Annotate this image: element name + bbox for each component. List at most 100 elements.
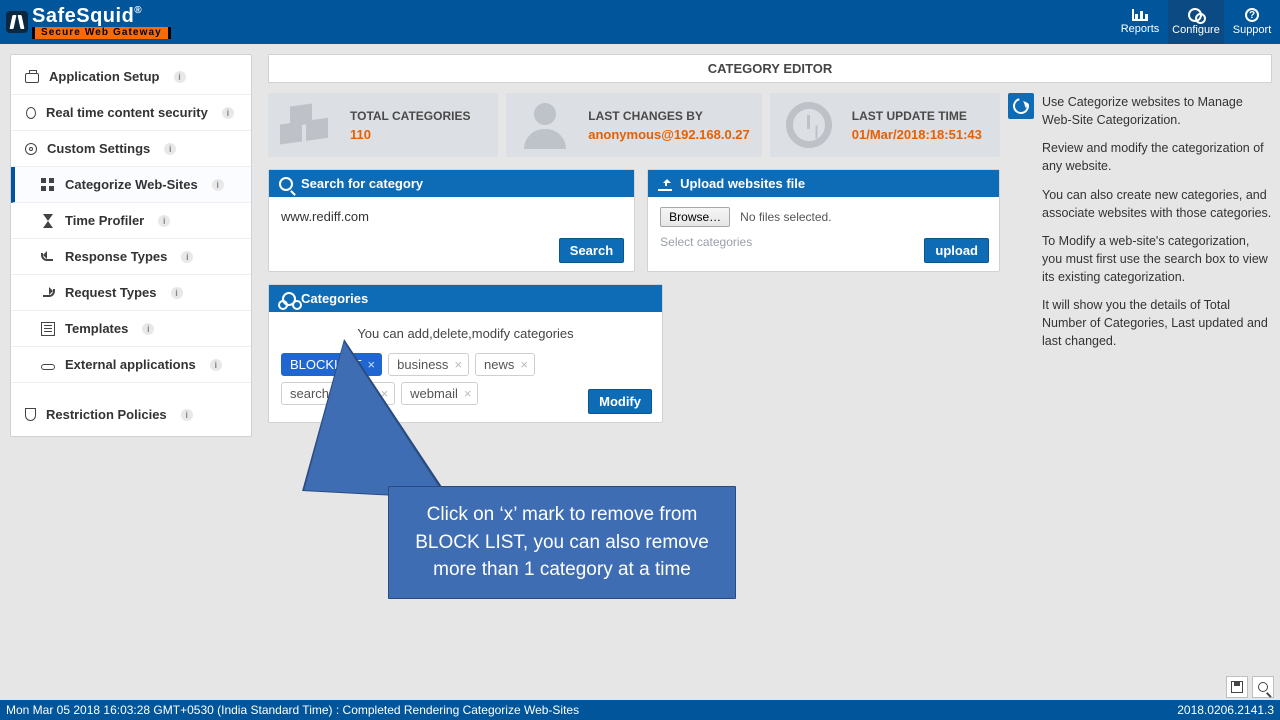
info-icon: i (171, 287, 183, 299)
info-icon: i (210, 359, 222, 371)
info-icon: i (158, 215, 170, 227)
modify-button[interactable]: Modify (588, 389, 652, 414)
stat-value: 01/Mar/2018:18:51:43 (852, 127, 982, 142)
sidebar-response-types[interactable]: Response Types i (11, 239, 251, 275)
stat-total-categories: TOTAL CATEGORIES 110 (268, 93, 498, 157)
refresh-button[interactable] (1008, 93, 1034, 119)
stat-value: 110 (350, 127, 470, 142)
stat-last-changes-by: LAST CHANGES BY anonymous@192.168.0.27 (506, 93, 762, 157)
clock-icon (786, 102, 832, 148)
status-message: Mon Mar 05 2018 16:03:28 GMT+0530 (India… (6, 703, 579, 717)
save-button[interactable] (1226, 676, 1248, 698)
info-icon: i (142, 323, 154, 335)
panel-search: Search for category www.rediff.com Searc… (268, 169, 635, 272)
help-paragraph: To Modify a web-site's categorization, y… (1042, 232, 1272, 286)
info-icon: i (222, 107, 234, 119)
briefcase-icon (25, 73, 39, 83)
sidebar-time-profiler[interactable]: Time Profiler i (11, 203, 251, 239)
stat-last-update-time: LAST UPDATE TIME 01/Mar/2018:18:51:43 (770, 93, 1000, 157)
panel-categories: Categories You can add,delete,modify cat… (268, 284, 663, 423)
search-icon (279, 177, 293, 191)
sidebar-item-label: Categorize Web-Sites (65, 177, 198, 192)
info-icon: i (181, 251, 193, 263)
info-icon: i (174, 71, 186, 83)
hourglass-icon (41, 214, 55, 228)
topbar: SafeSquid® Secure Web Gateway Reports Co… (0, 0, 1280, 44)
category-tag-label: BLOCKLIST (290, 357, 362, 372)
brand-logo-icon (6, 11, 28, 33)
sidebar-restriction-policies[interactable]: Restriction Policies i (11, 397, 251, 432)
stat-label: LAST UPDATE TIME (852, 109, 982, 123)
status-bar: Mon Mar 05 2018 16:03:28 GMT+0530 (India… (0, 700, 1280, 720)
help-icon (1245, 8, 1259, 22)
sidebar-item-label: Response Types (65, 249, 167, 264)
remove-tag-icon[interactable]: × (520, 358, 528, 371)
sidebar-item-label: Custom Settings (47, 141, 150, 156)
sidebar-custom-settings[interactable]: Custom Settings i (11, 131, 251, 167)
topnav-configure-label: Configure (1172, 24, 1220, 36)
topnav: Reports Configure Support (1112, 0, 1280, 44)
topnav-support-label: Support (1233, 24, 1272, 36)
brand-tagline: Secure Web Gateway (32, 27, 171, 39)
sidebar-request-types[interactable]: Request Types i (11, 275, 251, 311)
template-icon (41, 322, 55, 336)
link-icon (41, 364, 55, 370)
sidebar-item-label: Restriction Policies (46, 407, 167, 422)
brand-name: SafeSquid® (32, 6, 171, 26)
sidebar-realtime-security[interactable]: Real time content security i (11, 95, 251, 131)
panel-title: Categories (301, 291, 368, 306)
stat-label: TOTAL CATEGORIES (350, 109, 470, 123)
category-tag[interactable]: webmail × (401, 382, 478, 405)
category-tag-label: webmail (410, 386, 458, 401)
sidebar-item-label: External applications (65, 357, 196, 372)
refresh-icon (1010, 95, 1032, 117)
browse-button[interactable]: Browse… (660, 207, 730, 227)
sidebar-item-label: Application Setup (49, 69, 160, 84)
shield-icon (25, 408, 36, 421)
upload-button[interactable]: upload (924, 238, 989, 263)
category-tag-label: business (397, 357, 448, 372)
categories-hint: You can add,delete,modify categories (281, 322, 650, 353)
topnav-reports[interactable]: Reports (1112, 0, 1168, 44)
sidebar-categorize-websites[interactable]: Categorize Web-Sites i (11, 167, 251, 203)
category-tag[interactable]: searchengines× (281, 382, 395, 405)
info-icon: i (164, 143, 176, 155)
stat-value: anonymous@192.168.0.27 (588, 127, 750, 142)
category-tag[interactable]: BLOCKLIST × (281, 353, 382, 376)
gear-icon (25, 143, 37, 155)
cogs-icon (1188, 8, 1204, 22)
search-button[interactable]: Search (559, 238, 624, 263)
panel-title: Search for category (301, 176, 423, 191)
sidebar-application-setup[interactable]: Application Setup i (11, 59, 251, 95)
version-label: 2018.0206.2141.3 (1177, 703, 1274, 717)
remove-tag-icon[interactable]: × (454, 358, 462, 371)
search-icon (1258, 682, 1268, 692)
help-paragraph: Use Categorize websites to Manage Web-Si… (1042, 93, 1272, 129)
topnav-support[interactable]: Support (1224, 0, 1280, 44)
sidebar-item-label: Request Types (65, 285, 157, 300)
sidebar-item-label: Templates (65, 321, 128, 336)
chart-icon (1132, 9, 1148, 21)
upload-icon (658, 177, 672, 191)
help-text: Use Categorize websites to Manage Web-Si… (1042, 93, 1272, 423)
info-icon: i (181, 409, 193, 421)
user-icon (518, 101, 574, 149)
search-input[interactable]: www.rediff.com (281, 207, 622, 234)
stats-row: TOTAL CATEGORIES 110 LAST CHANGES BY ano… (268, 93, 1000, 157)
file-status: No files selected. (740, 210, 831, 224)
remove-tag-icon[interactable]: × (368, 358, 376, 371)
sidebar-external-apps[interactable]: External applications i (11, 347, 251, 383)
topnav-reports-label: Reports (1121, 23, 1160, 35)
category-tag[interactable]: news× (475, 353, 535, 376)
find-button[interactable] (1252, 676, 1274, 698)
sidebar-item-label: Real time content security (46, 105, 208, 120)
panel-upload: Upload websites file Browse… No files se… (647, 169, 1000, 272)
category-tag[interactable]: business × (388, 353, 469, 376)
sidebar-templates[interactable]: Templates i (11, 311, 251, 347)
page-title: CATEGORY EDITOR (268, 54, 1272, 83)
remove-tag-icon[interactable]: × (381, 387, 389, 400)
remove-tag-icon[interactable]: × (464, 387, 472, 400)
panel-title: Upload websites file (680, 176, 805, 191)
bug-icon (26, 107, 36, 119)
topnav-configure[interactable]: Configure (1168, 0, 1224, 44)
